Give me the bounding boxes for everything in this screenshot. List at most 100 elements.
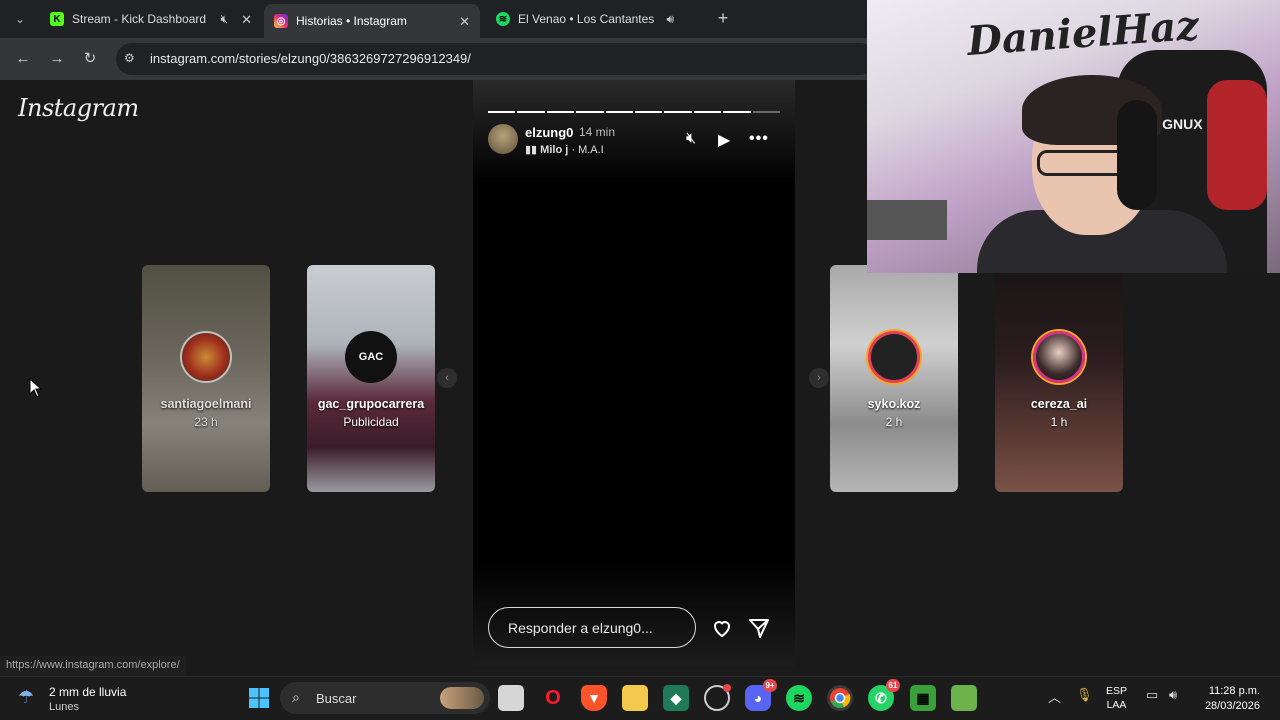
- chevron-left-icon: ‹: [445, 372, 449, 384]
- taskbar-search[interactable]: ⌕ Buscar: [280, 682, 490, 714]
- clock-time: 11:28 p.m.: [1208, 685, 1260, 697]
- opera-icon[interactable]: O: [540, 685, 566, 711]
- story-card-santiagoelmani[interactable]: santiagoelmani 23 h: [142, 265, 270, 492]
- discord-glyph: ◕: [753, 690, 763, 706]
- story-username: syko.koz: [867, 397, 921, 411]
- song-title: Milo j: [540, 144, 569, 156]
- spotify-icon: ≋: [496, 12, 510, 26]
- start-button[interactable]: [246, 685, 272, 711]
- show-hidden-icons-chevron[interactable]: ︿: [1048, 687, 1061, 706]
- network-icon[interactable]: ▭: [1146, 687, 1158, 703]
- headset: [1117, 100, 1157, 210]
- search-highlight-image: [440, 687, 484, 709]
- tab-spotify[interactable]: ≋ El Venao • Los Cantantes 🔊︎: [486, 4, 708, 34]
- reload-button[interactable]: ↻: [79, 48, 101, 70]
- address-bar[interactable]: ⚙ instagram.com/stories/elzung0/38632697…: [116, 43, 876, 75]
- weather-summary: 2 mm de lluvia: [49, 685, 127, 699]
- brave-icon[interactable]: ▼: [581, 685, 607, 711]
- song-artist: M.A.I: [578, 144, 604, 156]
- instagram-icon: ◎: [274, 14, 288, 28]
- muted-icon[interactable]: 🔇︎: [686, 130, 696, 148]
- muted-speaker-icon[interactable]: 🔇︎: [220, 12, 228, 27]
- search-icon: ⌕: [292, 689, 300, 705]
- tab-kick-dashboard[interactable]: K Stream - Kick Dashboard 🔇︎ ✕: [40, 4, 262, 34]
- language-indicator[interactable]: ESP LAA: [1106, 684, 1127, 712]
- microphone-icon[interactable]: 🎙︎: [1076, 687, 1093, 703]
- close-tab-icon[interactable]: ✕: [241, 12, 252, 28]
- story-author-avatar[interactable]: [488, 124, 518, 154]
- gac-logo-avatar: GAC: [345, 331, 397, 383]
- phone-glyph: ✆: [875, 689, 887, 706]
- link-status-bubble: https://www.instagram.com/explore/: [0, 656, 186, 676]
- kick-icon: K: [50, 12, 64, 26]
- url-text[interactable]: instagram.com/stories/elzung0/3863269727…: [150, 51, 471, 66]
- keyboard-layout: LAA: [1106, 699, 1127, 711]
- story-progress-bar: [488, 111, 781, 113]
- tab-instagram-stories[interactable]: ◎ Historias • Instagram ✕: [264, 4, 480, 38]
- tab-search-menu[interactable]: ⌄: [6, 6, 34, 32]
- volume-icon[interactable]: 🔊︎: [1169, 687, 1177, 703]
- story-time: 1 h: [1050, 415, 1068, 429]
- notification-dot: [723, 684, 731, 692]
- close-tab-icon[interactable]: ✕: [459, 14, 470, 30]
- browser-toolbar: ← → ↻ ⚙ instagram.com/stories/elzung0/38…: [0, 38, 876, 80]
- desk-shelf: [867, 200, 947, 240]
- story-username: gac_grupocarrera: [317, 397, 425, 411]
- progress-segment: [605, 111, 634, 113]
- minecraft-grass-block-icon[interactable]: [951, 685, 977, 711]
- avatar-text: GAC: [358, 351, 384, 363]
- minecraft-creeper-icon[interactable]: ▦: [910, 685, 936, 711]
- story-username: cereza_ai: [1030, 397, 1088, 411]
- send-direct-icon[interactable]: [747, 616, 771, 640]
- back-button[interactable]: ←: [12, 48, 34, 70]
- new-tab-button[interactable]: +: [712, 8, 734, 30]
- app-icon[interactable]: ◆: [663, 685, 689, 711]
- discord-icon[interactable]: ◕ 9+: [745, 679, 777, 711]
- story-viewer[interactable]: elzung0 14 min ▮▮ Milo j · M.A.I 🔇︎ ▶ ••…: [473, 80, 795, 666]
- system-clock[interactable]: 11:28 p.m. 28/03/2026: [1198, 684, 1260, 714]
- file-explorer-icon[interactable]: [622, 685, 648, 711]
- discord-badge: 9+: [763, 679, 777, 692]
- more-options-icon[interactable]: •••: [749, 130, 769, 148]
- instagram-logo[interactable]: Instagram: [18, 94, 139, 122]
- next-story-button[interactable]: ›: [809, 368, 829, 388]
- previous-story-button[interactable]: ‹: [437, 368, 457, 388]
- story-music[interactable]: ▮▮ Milo j · M.A.I: [525, 143, 604, 156]
- whatsapp-icon[interactable]: ✆ 61: [868, 679, 900, 711]
- spotify-icon[interactable]: ≋: [786, 685, 812, 711]
- task-view-icon[interactable]: [498, 685, 524, 711]
- story-sponsored-label: Publicidad: [343, 415, 399, 429]
- forward-button[interactable]: →: [46, 48, 68, 70]
- windows-logo-icon: [249, 688, 269, 708]
- chair-red-panel: [1207, 80, 1267, 210]
- language-code: ESP: [1106, 685, 1128, 697]
- search-label: Buscar: [316, 691, 357, 706]
- avatar: [1033, 331, 1085, 383]
- clock-date: 28/03/2026: [1204, 700, 1260, 712]
- whatsapp-badge: 61: [886, 679, 900, 692]
- story-card-cereza-ai[interactable]: cereza_ai 1 h: [995, 265, 1123, 492]
- site-info-icon[interactable]: ⚙: [124, 51, 135, 65]
- obs-icon[interactable]: [704, 684, 731, 711]
- story-time: 23 h: [194, 415, 218, 429]
- chrome-icon[interactable]: [827, 685, 853, 711]
- progress-segment: [517, 111, 545, 113]
- reply-placeholder: Responder a elzung0...: [508, 620, 653, 636]
- weather-day: Lunes: [49, 701, 79, 713]
- story-card-gac-grupocarrera[interactable]: GAC gac_grupocarrera Publicidad: [307, 265, 435, 492]
- like-heart-icon[interactable]: [710, 616, 734, 640]
- progress-segment: [546, 111, 575, 113]
- story-reply-input[interactable]: Responder a elzung0...: [488, 607, 696, 648]
- story-username: santiagoelmani: [160, 397, 252, 411]
- rain-cloud-icon: ☂: [18, 687, 35, 707]
- play-icon[interactable]: ▶: [718, 130, 730, 150]
- progress-segment: [664, 111, 692, 113]
- story-author-username[interactable]: elzung0: [525, 125, 573, 140]
- speaker-icon[interactable]: 🔊︎: [666, 12, 674, 27]
- progress-segment: [723, 111, 751, 113]
- progress-segment: [488, 111, 516, 113]
- avatar: [868, 331, 920, 383]
- chevron-right-icon: ›: [817, 372, 821, 384]
- story-card-syko-koz[interactable]: syko.koz 2 h: [830, 265, 958, 492]
- progress-segment: [635, 111, 663, 113]
